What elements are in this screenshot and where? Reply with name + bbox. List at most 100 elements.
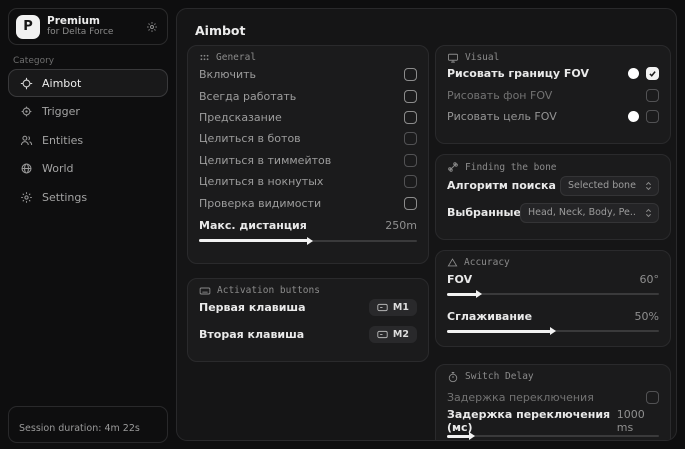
panel-title: General	[216, 52, 256, 63]
max-distance-label: Макс. дистанция	[199, 219, 307, 232]
setting-row: Всегда работать	[199, 85, 417, 106]
smoothing-label: Сглаживание	[447, 310, 532, 323]
max-distance-slider[interactable]	[199, 236, 417, 246]
slider-thumb[interactable]	[307, 237, 313, 245]
panel-accuracy: Accuracy FOV 60° Сглаживание 50%	[435, 250, 671, 347]
sidebar-item-trigger[interactable]: Trigger	[8, 98, 168, 126]
draw-fov-target-checkbox[interactable]	[646, 110, 659, 123]
enable-checkbox[interactable]	[404, 68, 417, 81]
panel-title: Accuracy	[464, 257, 510, 268]
target-bots-checkbox[interactable]	[404, 132, 417, 145]
key-label: M1	[393, 302, 409, 313]
fov-label: FOV	[447, 273, 472, 286]
panel-title: Visual	[465, 52, 499, 63]
setting-row: Предсказание	[199, 107, 417, 128]
setting-label: Предсказание	[199, 111, 282, 124]
brand-title: Premium	[47, 15, 113, 27]
visibility-check-checkbox[interactable]	[404, 197, 417, 210]
setting-row: Включить	[199, 64, 417, 85]
setting-label: Целиться в ботов	[199, 132, 301, 145]
panel-visual: Visual Рисовать границу FOV Рисовать фон…	[435, 45, 671, 144]
delta-triangle-icon	[447, 257, 458, 268]
brand-card: P Premium for Delta Force	[8, 8, 168, 45]
prediction-checkbox[interactable]	[404, 111, 417, 124]
crosshair-icon	[20, 77, 33, 90]
target-teammates-checkbox[interactable]	[404, 154, 417, 167]
key-label: M2	[393, 329, 409, 340]
unfold-icon	[644, 208, 653, 218]
select-value: Head, Neck, Body, Pe..	[528, 207, 636, 218]
draw-fov-border-checkbox[interactable]	[646, 67, 659, 80]
select-value: Selected bone	[568, 180, 636, 191]
trigger-icon	[20, 105, 33, 118]
keybind-label: Первая клавиша	[199, 301, 306, 314]
slider-thumb[interactable]	[550, 327, 556, 335]
target-knocked-checkbox[interactable]	[404, 175, 417, 188]
check-icon	[648, 69, 657, 78]
max-distance-row: Макс. дистанция 250m	[199, 216, 417, 236]
setting-label: Рисовать границу FOV	[447, 67, 589, 80]
brand-subtitle: for Delta Force	[47, 27, 113, 38]
switch-delay-slider[interactable]	[447, 431, 659, 441]
setting-row: Выбранные кос Head, Neck, Body, Pe..	[447, 200, 659, 225]
always-work-checkbox[interactable]	[404, 90, 417, 103]
smoothing-slider[interactable]	[447, 326, 659, 336]
switch-delay-checkbox[interactable]	[646, 391, 659, 404]
globe-icon	[20, 162, 33, 175]
setting-label: Включить	[199, 68, 256, 81]
setting-label: Всегда работать	[199, 90, 296, 103]
panel-activation-buttons: Activation buttons Первая клавиша M1 Вто…	[187, 278, 429, 362]
slider-thumb[interactable]	[476, 290, 482, 298]
setting-row: Задержка переключения	[447, 385, 659, 409]
sidebar-item-entities[interactable]: Entities	[8, 126, 168, 154]
sidebar: P Premium for Delta Force Category Aimbo…	[0, 0, 176, 449]
sidebar-item-label: Aimbot	[42, 77, 81, 90]
fov-slider[interactable]	[447, 289, 659, 299]
session-duration-box: Session duration: 4m 22s	[8, 406, 168, 443]
session-duration-text: Session duration: 4m 22s	[19, 423, 140, 434]
fov-target-color-swatch[interactable]	[628, 111, 639, 122]
monitor-icon	[447, 52, 459, 64]
setting-label: Рисовать фон FOV	[447, 89, 552, 102]
fov-border-color-swatch[interactable]	[628, 68, 639, 79]
sidebar-item-label: Entities	[42, 134, 83, 147]
keybind-label: Вторая клавиша	[199, 328, 304, 341]
settings-gear-icon	[20, 191, 33, 204]
setting-row: Рисовать фон FOV	[447, 84, 659, 105]
draw-fov-background-checkbox[interactable]	[646, 89, 659, 102]
setting-row: Целиться в нокнутых	[199, 171, 417, 192]
gear-icon[interactable]	[146, 21, 158, 33]
selected-bones-label: Выбранные кос	[447, 206, 520, 219]
sidebar-item-label: Settings	[42, 191, 87, 204]
panel-title: Activation buttons	[217, 285, 320, 296]
key-icon	[377, 303, 388, 312]
setting-row: Рисовать границу FOV	[447, 63, 659, 84]
bone-algorithm-select[interactable]: Selected bone	[560, 176, 659, 196]
setting-row: Алгоритм поиска кост Selected bone	[447, 173, 659, 198]
setting-row: Проверка видимости	[199, 192, 417, 213]
keybind-button-m1[interactable]: M1	[369, 299, 417, 316]
stopwatch-icon	[447, 371, 459, 383]
selected-bones-select[interactable]: Head, Neck, Body, Pe..	[520, 203, 659, 223]
switch-delay-toggle-label: Задержка переключения	[447, 391, 594, 404]
setting-row: Целиться в тиммейтов	[199, 150, 417, 171]
brand-logo: P	[16, 15, 40, 39]
key-icon	[377, 330, 388, 339]
slider-thumb[interactable]	[469, 432, 475, 440]
grid-icon	[199, 52, 210, 63]
setting-label: Рисовать цель FOV	[447, 110, 557, 123]
entities-icon	[20, 134, 33, 147]
smoothing-row: Сглаживание 50%	[447, 306, 659, 326]
sidebar-item-aimbot[interactable]: Aimbot	[8, 69, 168, 97]
sidebar-item-label: Trigger	[42, 105, 80, 118]
switch-delay-ms-row: Задержка переключения (мс) 1000 ms	[447, 411, 659, 431]
panel-general: General Включить Всегда работать Предска…	[187, 45, 429, 264]
max-distance-value: 250m	[385, 219, 417, 232]
setting-row: Целиться в ботов	[199, 128, 417, 149]
main-content: Aimbot General Включить Всегда работать …	[176, 8, 677, 441]
fov-value: 60°	[640, 273, 660, 286]
keybind-button-m2[interactable]: M2	[369, 326, 417, 343]
sidebar-item-settings[interactable]: Settings	[8, 183, 168, 211]
panel-title: Finding the bone	[465, 162, 557, 173]
sidebar-item-world[interactable]: World	[8, 155, 168, 183]
